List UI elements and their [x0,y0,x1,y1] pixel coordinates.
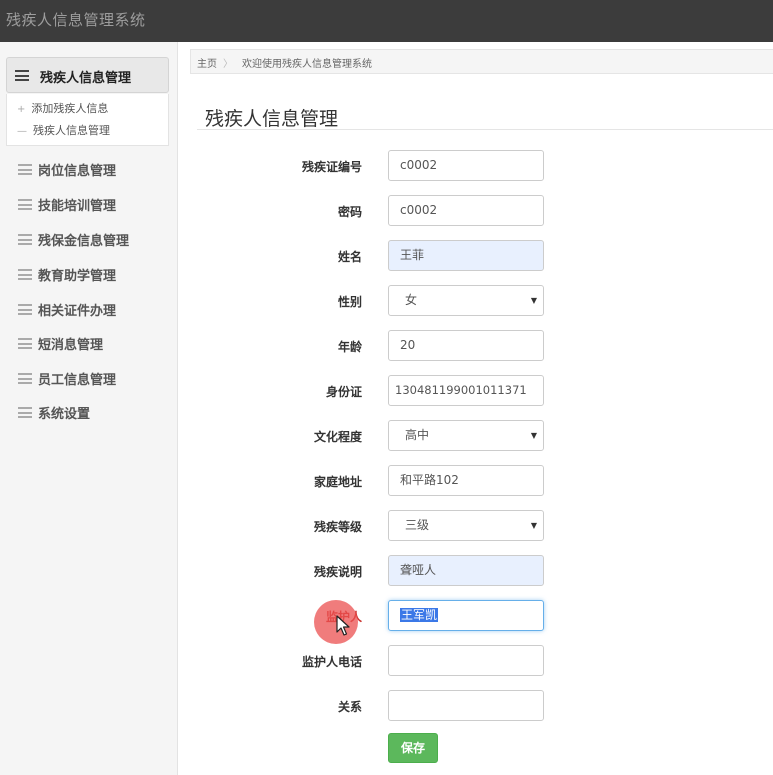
menu-icon [18,407,32,418]
gender-select[interactable]: 女 ▼ [388,285,544,316]
password-input[interactable]: c0002 [388,195,544,226]
sidebar-item-messages[interactable]: 短消息管理 [0,332,178,356]
input-value: 和平路102 [400,473,459,487]
input-value: 王菲 [400,248,425,262]
sidebar-item-label: 员工信息管理 [38,373,117,388]
menu-icon [18,373,32,384]
disability-description-input[interactable]: 聋哑人 [388,555,544,586]
sidebar-item-label: 系统设置 [38,407,91,422]
label-disability-description: 残疾说明 [313,565,362,579]
input-value: 聋哑人 [400,563,437,577]
input-value: c0002 [400,158,438,172]
breadcrumb-current: 欢迎使用残疾人信息管理系统 [242,59,372,70]
page-title: 残疾人信息管理 [205,108,339,130]
submenu-add-disabled-info[interactable]: + 添加残疾人信息 [17,100,108,116]
breadcrumb: 主页 〉 欢迎使用残疾人信息管理系统 [190,49,773,74]
sidebar: 残疾人信息管理 + 添加残疾人信息 — 残疾人信息管理 岗位信息管理 技能培训管理 … [0,42,178,775]
select-value: 女 [405,293,418,307]
education-select[interactable]: 高中 ▼ [388,420,544,451]
sidebar-item-education-aid[interactable]: 教育助学管理 [0,263,178,287]
input-value: c0002 [400,203,438,217]
select-value: 三级 [405,518,430,532]
sidebar-item-label: 教育助学管理 [38,269,117,284]
mouse-pointer-icon [336,615,350,636]
label-relationship: 关系 [337,700,362,714]
app-title[interactable]: 残疾人信息管理系统 [6,9,146,30]
menu-icon [18,269,32,280]
sidebar-item-label: 技能培训管理 [38,199,117,214]
input-value: 20 [400,338,416,352]
relationship-input[interactable] [388,690,544,721]
certificate-number-input[interactable]: c0002 [388,150,544,181]
disability-level-select[interactable]: 三级 ▼ [388,510,544,541]
sidebar-submenu: + 添加残疾人信息 — 残疾人信息管理 [6,94,169,146]
minus-icon: — [17,126,27,137]
input-value: 130481199001011371 [395,383,527,397]
sidebar-item-staff-info[interactable]: 员工信息管理 [0,367,178,391]
menu-icon [18,338,32,349]
label-name: 姓名 [337,250,362,264]
menu-icon [18,234,32,245]
label-disability-level: 残疾等级 [313,520,362,534]
breadcrumb-home[interactable]: 主页 [197,55,217,70]
sidebar-item-system-settings[interactable]: 系统设置 [0,401,178,425]
sidebar-item-label: 残保金信息管理 [38,234,130,249]
submenu-manage-disabled-info[interactable]: — 残疾人信息管理 [17,122,110,138]
label-password: 密码 [337,205,362,219]
sidebar-item-label: 短消息管理 [38,338,104,353]
sidebar-item-disabled-info[interactable]: 残疾人信息管理 [6,57,169,93]
sidebar-item-label: 相关证件办理 [38,304,117,319]
guardian-input[interactable]: 王军凯 [388,600,544,631]
age-input[interactable]: 20 [388,330,544,361]
sidebar-item-certificates[interactable]: 相关证件办理 [0,298,178,322]
input-value: 王军凯 [400,608,439,622]
sidebar-item-skill-training[interactable]: 技能培训管理 [0,193,178,217]
save-button[interactable]: 保存 [388,733,438,763]
label-certificate-number: 残疾证编号 [301,160,362,174]
label-address: 家庭地址 [313,475,362,489]
label-gender: 性别 [337,295,362,309]
breadcrumb-separator-icon: 〉 [223,59,233,70]
menu-icon [15,70,29,81]
menu-icon [18,304,32,315]
select-value: 高中 [405,428,430,442]
id-card-input[interactable]: 130481199001011371 [388,375,544,406]
menu-icon [18,199,32,210]
menu-icon [18,164,32,175]
caret-down-icon: ▼ [530,296,537,305]
sidebar-item-job-info[interactable]: 岗位信息管理 [0,158,178,182]
top-navbar: 残疾人信息管理系统 [0,0,773,42]
submenu-label: 残疾人信息管理 [33,124,110,137]
name-input[interactable]: 王菲 [388,240,544,271]
caret-down-icon: ▼ [530,521,537,530]
label-guardian-phone: 监护人电话 [301,655,362,669]
sidebar-item-security-fund[interactable]: 残保金信息管理 [0,228,178,252]
address-input[interactable]: 和平路102 [388,465,544,496]
label-id-card: 身份证 [325,385,362,399]
sidebar-item-label: 残疾人信息管理 [40,71,132,86]
title-divider [197,129,773,130]
sidebar-item-label: 岗位信息管理 [38,164,117,179]
caret-down-icon: ▼ [530,431,537,440]
label-age: 年龄 [337,340,362,354]
submenu-label: 添加残疾人信息 [31,102,109,115]
guardian-phone-input[interactable] [388,645,544,676]
plus-icon: + [17,104,26,115]
label-education: 文化程度 [313,430,362,444]
